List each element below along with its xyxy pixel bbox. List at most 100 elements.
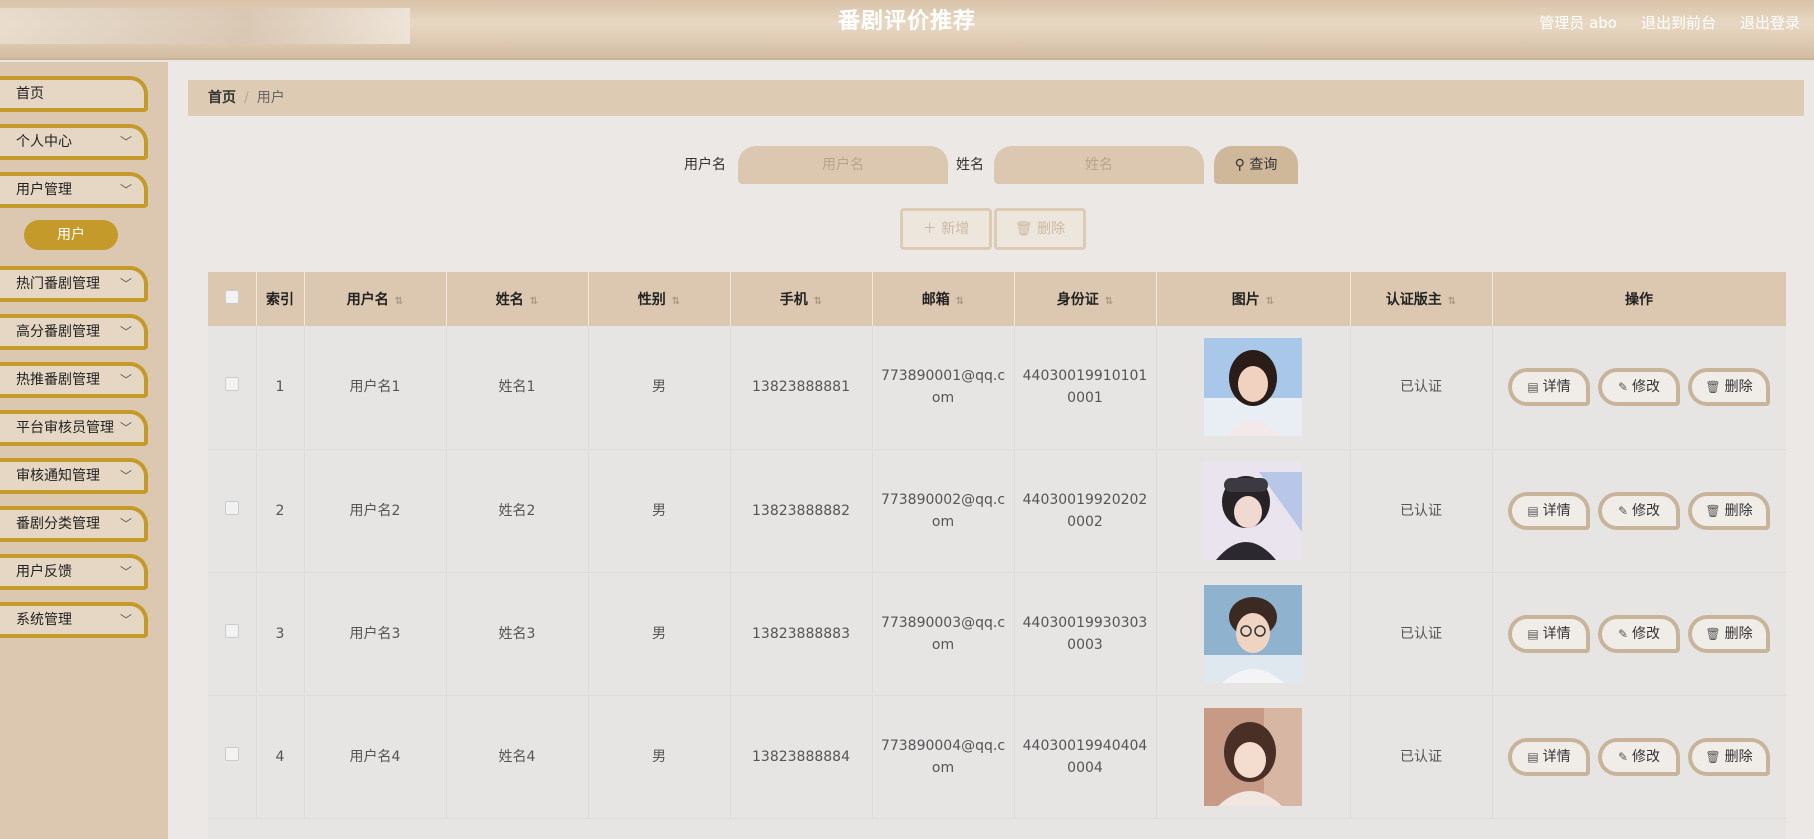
sidebar-item-user-management[interactable]: 用户管理 ﹀ (0, 172, 148, 208)
query-button[interactable]: ⚲ 查询 (1214, 146, 1298, 184)
sidebar-item-label: 个人中心 (16, 134, 72, 150)
delete-button[interactable]: 🗑 删除 (1688, 614, 1770, 653)
sort-icon[interactable]: ⇅ (956, 296, 964, 307)
edit-button[interactable]: ✎ 修改 (1598, 614, 1680, 653)
table-row: 4 用户名4 姓名4 男 13823888884 773890004@qq.co… (208, 695, 1786, 818)
col-picture[interactable]: 图片 ⇅ (1156, 272, 1351, 326)
trash-icon: 🗑 (1705, 503, 1721, 518)
col-email[interactable]: 邮箱 ⇅ (872, 272, 1015, 326)
chevron-down-icon: ﹀ (119, 135, 132, 149)
cell-email: 773890002@qq.com (872, 449, 1015, 572)
trash-icon: 🗑 (1705, 749, 1721, 764)
select-all-checkbox[interactable] (224, 290, 239, 304)
delete-button[interactable]: 🗑 删除 (1688, 737, 1770, 776)
table-header-row: 索引 用户名 ⇅ 姓名 ⇅ 性别 ⇅ 手机 ⇅ 邮箱 ⇅ 身份证 ⇅ 图片 ⇅ 认证版主 ⇅ 操… (208, 272, 1786, 326)
breadcrumb: 首页 / 用户 (188, 80, 1804, 116)
name-input[interactable] (994, 146, 1204, 184)
sidebar-item-label: 热门番剧管理 (16, 276, 100, 292)
sidebar-item-personal-center[interactable]: 个人中心 ﹀ (0, 124, 148, 160)
cell-cert: 已认证 (1350, 695, 1493, 818)
search-icon: ⚲ (1234, 157, 1250, 173)
sort-icon[interactable]: ⇅ (395, 296, 403, 307)
detail-button[interactable]: ▤ 详情 (1508, 491, 1590, 530)
edit-label: 修改 (1632, 625, 1661, 642)
cell-index: 2 (256, 449, 305, 572)
chevron-down-icon: ﹀ (119, 277, 132, 291)
col-username[interactable]: 用户名 ⇅ (304, 272, 447, 326)
delete-label: 删除 (1724, 625, 1753, 642)
top-header: 番剧评价推荐 管理员 abo 退出到前台 退出登录 (0, 0, 1814, 60)
cell-index: 1 (256, 326, 305, 449)
row-checkbox[interactable] (224, 746, 239, 761)
username-input[interactable] (738, 146, 948, 184)
sidebar-item-label: 首页 (16, 86, 44, 102)
breadcrumb-separator: / (244, 90, 249, 106)
edit-button[interactable]: ✎ 修改 (1598, 368, 1680, 407)
cell-idcard: 440300199404040004 (1014, 695, 1157, 818)
col-cert[interactable]: 认证版主 ⇅ (1350, 272, 1493, 326)
pencil-icon: ✎ (1617, 380, 1629, 395)
chevron-down-icon: ﹀ (119, 613, 132, 627)
sidebar-item-top-rated-anime[interactable]: 高分番剧管理 ﹀ (0, 314, 148, 350)
sidebar-subitem-user[interactable]: 用户 (24, 220, 118, 250)
sidebar-item-hot-anime[interactable]: 热门番剧管理 ﹀ (0, 266, 148, 302)
table-row: 2 用户名2 姓名2 男 13823888882 773890002@qq.co… (208, 449, 1786, 572)
col-index: 索引 (256, 272, 305, 326)
avatar[interactable] (1204, 338, 1302, 437)
detail-label: 详情 (1542, 625, 1571, 642)
breadcrumb-home[interactable]: 首页 (208, 90, 236, 106)
username-label: 用户名 (684, 157, 726, 173)
col-gender[interactable]: 性别 ⇅ (588, 272, 731, 326)
detail-button[interactable]: ▤ 详情 (1508, 614, 1590, 653)
sort-icon[interactable]: ⇅ (1448, 296, 1456, 307)
table-row: 3 用户名3 姓名3 男 13823888883 773890003@qq.co… (208, 572, 1786, 695)
batch-delete-button[interactable]: 🗑 删除 (994, 208, 1086, 250)
row-checkbox[interactable] (224, 377, 239, 392)
row-select (208, 326, 257, 449)
sidebar-item-home[interactable]: 首页 (0, 76, 148, 112)
col-phone[interactable]: 手机 ⇅ (730, 272, 873, 326)
sort-icon[interactable]: ⇅ (1266, 296, 1274, 307)
row-checkbox[interactable] (224, 623, 239, 638)
avatar[interactable] (1204, 461, 1302, 560)
row-checkbox[interactable] (224, 500, 239, 515)
detail-label: 详情 (1542, 502, 1571, 519)
chevron-down-icon: ﹀ (119, 517, 132, 531)
edit-button[interactable]: ✎ 修改 (1598, 737, 1680, 776)
detail-button[interactable]: ▤ 详情 (1508, 737, 1590, 776)
cell-name: 姓名1 (446, 326, 589, 449)
cell-gender: 男 (588, 449, 731, 572)
cell-email: 773890004@qq.com (872, 695, 1015, 818)
avatar[interactable] (1204, 584, 1302, 683)
col-phone-label: 手机 (779, 292, 808, 308)
add-button[interactable]: ＋ 新增 (900, 208, 992, 250)
sidebar-item-anime-category[interactable]: 番剧分类管理 ﹀ (0, 506, 148, 542)
avatar[interactable] (1204, 707, 1302, 806)
sidebar-item-reviewer-management[interactable]: 平台审核员管理 ﹀ (0, 410, 148, 446)
detail-button[interactable]: ▤ 详情 (1508, 368, 1590, 407)
sidebar-item-user-feedback[interactable]: 用户反馈 ﹀ (0, 554, 148, 590)
cell-name: 姓名2 (446, 449, 589, 572)
sidebar-item-system-management[interactable]: 系统管理 ﹀ (0, 602, 148, 638)
sidebar-item-recommended-anime[interactable]: 热推番剧管理 ﹀ (0, 362, 148, 398)
sort-icon[interactable]: ⇅ (672, 296, 680, 307)
col-idcard[interactable]: 身份证 ⇅ (1014, 272, 1157, 326)
cell-name: 姓名3 (446, 572, 589, 695)
sidebar-item-review-notice[interactable]: 审核通知管理 ﹀ (0, 458, 148, 494)
cell-email: 773890001@qq.com (872, 326, 1015, 449)
cell-cert: 已认证 (1350, 572, 1493, 695)
delete-button[interactable]: 🗑 删除 (1688, 491, 1770, 530)
cell-username: 用户名3 (304, 572, 447, 695)
cell-picture (1156, 572, 1351, 695)
sort-icon[interactable]: ⇅ (530, 296, 538, 307)
sidebar-item-label: 系统管理 (16, 612, 72, 628)
back-to-front-link[interactable]: 退出到前台 (1641, 12, 1716, 33)
edit-button[interactable]: ✎ 修改 (1598, 491, 1680, 530)
sort-icon[interactable]: ⇅ (814, 296, 822, 307)
delete-button[interactable]: 🗑 删除 (1688, 368, 1770, 407)
col-name[interactable]: 姓名 ⇅ (446, 272, 589, 326)
document-icon: ▤ (1527, 626, 1539, 641)
sort-icon[interactable]: ⇅ (1105, 296, 1113, 307)
main-content: 首页 / 用户 用户名 姓名 ⚲ 查询 ＋ 新增 🗑 删除 索引 用户名 ⇅ 姓名 ⇅ … (168, 62, 1814, 839)
logout-link[interactable]: 退出登录 (1740, 12, 1800, 33)
